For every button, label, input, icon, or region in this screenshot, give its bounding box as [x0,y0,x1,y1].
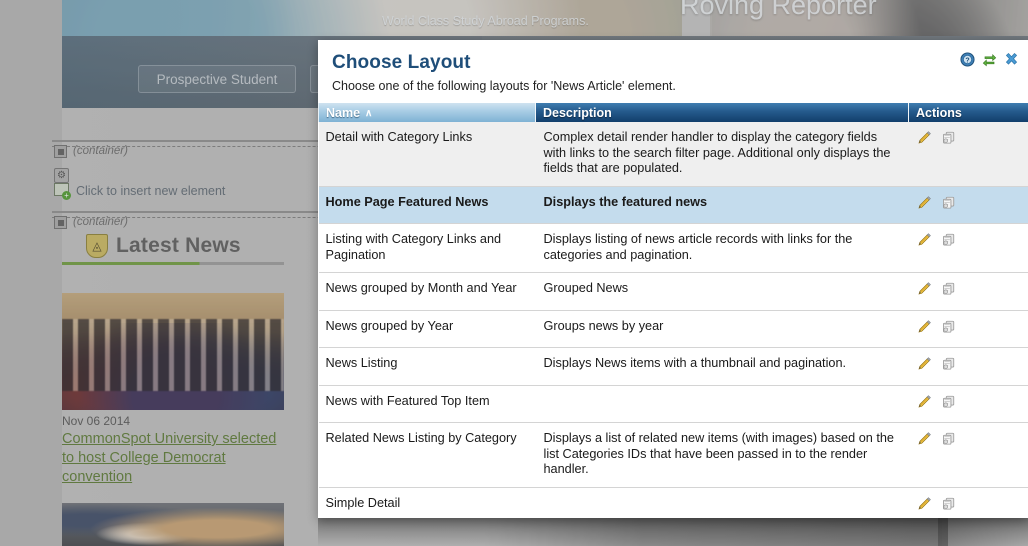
dialog-title: Choose Layout [332,52,471,73]
help-icon[interactable]: ? [960,52,975,67]
table-header-row: Name ∧ Description Actions [318,103,1028,122]
layout-description-cell [535,487,909,518]
layout-description-cell: Grouped News [535,272,909,311]
layout-actions-cell [908,422,1028,488]
edit-pencil-icon[interactable] [917,431,932,446]
column-header-description-label: Description [543,105,612,120]
action-icon-group [917,431,956,446]
layout-actions-cell [908,347,1028,386]
copy-icon[interactable] [941,195,956,210]
action-icon-group [917,319,956,334]
layout-name-cell[interactable]: News grouped by Year [318,310,536,348]
close-icon[interactable] [1004,52,1019,67]
table-row[interactable]: News grouped by Year Groups news by year [318,310,1028,348]
dialog-toolbar: ? [960,52,1019,67]
layout-actions-cell [908,186,1028,224]
table-row[interactable]: Home Page Featured News Displays the feat… [318,186,1028,224]
copy-icon[interactable] [941,496,956,511]
table-row[interactable]: Simple Detail [318,487,1028,518]
copy-icon[interactable] [941,394,956,409]
layout-name-cell[interactable]: Listing with Category Links and Paginati… [318,223,536,273]
layout-name-cell[interactable]: News Listing [318,347,536,386]
layout-actions-cell [908,310,1028,348]
action-icon-group [917,394,956,409]
layout-description-cell [535,385,909,423]
column-header-actions: Actions [908,103,1028,122]
edit-pencil-icon[interactable] [917,319,932,334]
layout-description-cell: Complex detail render handler to display… [535,122,909,187]
action-icon-group [917,195,956,210]
edit-pencil-icon[interactable] [917,394,932,409]
copy-icon[interactable] [941,319,956,334]
edit-pencil-icon[interactable] [917,195,932,210]
layout-name-cell[interactable]: Home Page Featured News [318,186,536,224]
dialog-subtitle: Choose one of the following layouts for … [332,79,676,93]
copy-icon[interactable] [941,356,956,371]
copy-icon[interactable] [941,431,956,446]
edit-pencil-icon[interactable] [917,130,932,145]
copy-icon[interactable] [941,281,956,296]
layout-name-cell[interactable]: News with Featured Top Item [318,385,536,423]
action-icon-group [917,281,956,296]
svg-text:?: ? [965,58,969,65]
layout-actions-cell [908,122,1028,187]
dialog-header: Choose Layout Choose one of the followin… [318,40,1028,95]
column-header-name[interactable]: Name ∧ [318,103,536,122]
layout-name-cell[interactable]: News grouped by Month and Year [318,272,536,311]
column-header-actions-label: Actions [916,105,962,120]
layout-description-cell: Displays listing of news article records… [535,223,909,273]
layout-name-cell[interactable]: Detail with Category Links [318,122,536,187]
table-row[interactable]: News grouped by Month and Year Grouped Ne… [318,272,1028,311]
action-icon-group [917,130,956,145]
layout-actions-cell [908,223,1028,273]
dialog-drop-shadow [318,518,1028,546]
edit-pencil-icon[interactable] [917,281,932,296]
layout-name-cell[interactable]: Related News Listing by Category [318,422,536,488]
edit-pencil-icon[interactable] [917,232,932,247]
column-header-description[interactable]: Description [535,103,909,122]
layout-name-cell[interactable]: Simple Detail [318,487,536,518]
layout-description-cell: Displays a list of related new items (wi… [535,422,909,488]
copy-icon[interactable] [941,130,956,145]
action-icon-group [917,496,956,511]
copy-icon[interactable] [941,232,956,247]
choose-layout-dialog: Choose Layout Choose one of the followin… [318,40,1028,518]
table-row[interactable]: Detail with Category Links Complex detail… [318,122,1028,187]
layouts-table-body: Detail with Category Links Complex detail… [318,122,1028,518]
refresh-icon[interactable] [982,52,997,67]
layout-description-cell: Displays News items with a thumbnail and… [535,347,909,386]
sort-asc-icon: ∧ [365,107,373,119]
edit-pencil-icon[interactable] [917,496,932,511]
action-icon-group [917,232,956,247]
table-row[interactable]: News Listing Displays News items with a t… [318,347,1028,386]
layout-actions-cell [908,487,1028,518]
layouts-table: Name ∧ Description Actions Detail with Ca… [318,103,1028,518]
column-header-name-label: Name [326,105,361,120]
layout-actions-cell [908,272,1028,311]
table-row[interactable]: Listing with Category Links and Paginati… [318,223,1028,273]
table-row[interactable]: News with Featured Top Item [318,385,1028,423]
action-icon-group [917,356,956,371]
table-row[interactable]: Related News Listing by Category Displays… [318,422,1028,488]
edit-pencil-icon[interactable] [917,356,932,371]
layout-description-cell: Groups news by year [535,310,909,348]
layout-actions-cell [908,385,1028,423]
layout-description-cell: Displays the featured news [535,186,909,224]
